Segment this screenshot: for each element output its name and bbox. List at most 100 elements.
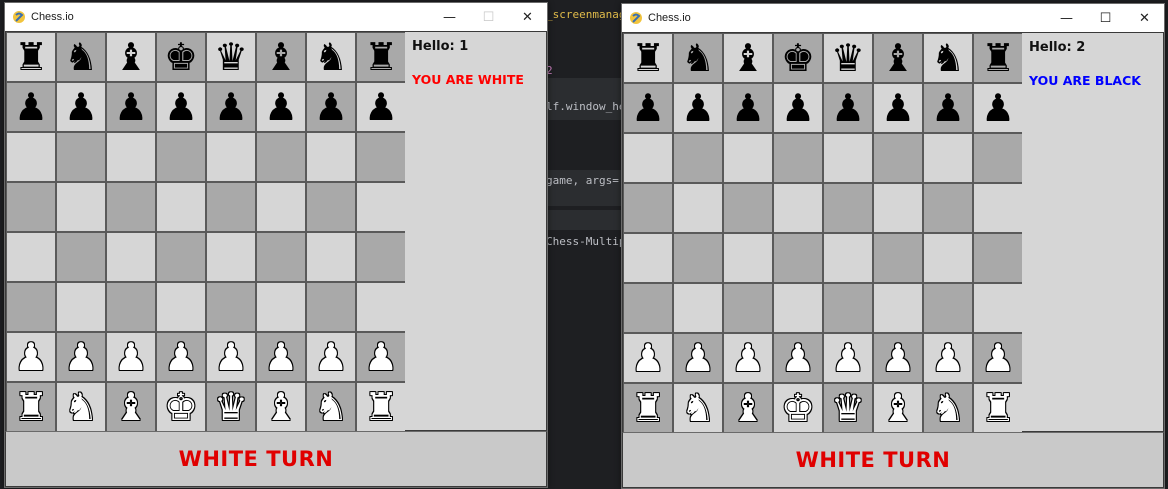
minimize-button[interactable]: — (1047, 4, 1086, 32)
white-king-icon[interactable]: ♚ (781, 389, 815, 427)
black-pawn-icon[interactable]: ♟ (681, 89, 715, 127)
board-square[interactable]: ♟ (773, 83, 823, 133)
white-bishop-icon[interactable]: ♝ (881, 389, 915, 427)
board-square[interactable] (773, 133, 823, 183)
board-square[interactable] (156, 132, 206, 182)
board-square[interactable]: ♟ (673, 333, 723, 383)
board-square[interactable]: ♟ (723, 83, 773, 133)
board-square[interactable] (673, 283, 723, 333)
black-pawn-icon[interactable]: ♟ (314, 88, 348, 126)
board-square[interactable]: ♟ (256, 82, 306, 132)
chess-board[interactable]: ♜ ♞ ♝ ♚ ♛ ♝ ♞ ♜ ♟ ♟ ♟ ♟ ♟ ♟ ♟ ♟ ♟ ♟ ♟ ♟ ♟ ♟ ♟ ♟ ♜ ♞ ♝ ♚ ♛ ♝ ♞ ♜ (622, 32, 1023, 433)
board-square[interactable] (623, 183, 673, 233)
board-square[interactable]: ♜ (6, 32, 56, 82)
close-button[interactable]: ✕ (508, 3, 547, 31)
black-knight-icon[interactable]: ♞ (931, 39, 965, 77)
board-square[interactable]: ♝ (723, 383, 773, 433)
board-square[interactable] (773, 233, 823, 283)
board-square[interactable]: ♜ (973, 33, 1023, 83)
board-square[interactable]: ♝ (256, 382, 306, 432)
black-bishop-icon[interactable]: ♝ (264, 38, 298, 76)
board-square[interactable]: ♚ (773, 383, 823, 433)
board-square[interactable]: ♟ (206, 82, 256, 132)
board-square[interactable]: ♟ (6, 332, 56, 382)
board-square[interactable]: ♞ (923, 33, 973, 83)
board-square[interactable]: ♜ (973, 383, 1023, 433)
board-square[interactable] (823, 183, 873, 233)
board-square[interactable]: ♝ (106, 32, 156, 82)
board-square[interactable] (623, 233, 673, 283)
white-pawn-icon[interactable]: ♟ (314, 338, 348, 376)
board-square[interactable]: ♛ (823, 33, 873, 83)
board-square[interactable]: ♛ (206, 32, 256, 82)
white-rook-icon[interactable]: ♜ (981, 389, 1015, 427)
white-pawn-icon[interactable]: ♟ (781, 339, 815, 377)
white-knight-icon[interactable]: ♞ (64, 388, 98, 426)
black-pawn-icon[interactable]: ♟ (981, 89, 1015, 127)
board-square[interactable] (206, 232, 256, 282)
board-square[interactable] (306, 232, 356, 282)
black-pawn-icon[interactable]: ♟ (731, 89, 765, 127)
board-square[interactable] (6, 232, 56, 282)
board-square[interactable]: ♟ (106, 332, 156, 382)
board-square[interactable] (156, 232, 206, 282)
board-square[interactable] (6, 132, 56, 182)
board-square[interactable]: ♟ (306, 332, 356, 382)
white-bishop-icon[interactable]: ♝ (264, 388, 298, 426)
board-square[interactable] (356, 132, 406, 182)
board-square[interactable]: ♟ (306, 82, 356, 132)
white-rook-icon[interactable]: ♜ (14, 388, 48, 426)
board-square[interactable] (206, 282, 256, 332)
black-bishop-icon[interactable]: ♝ (881, 39, 915, 77)
board-square[interactable]: ♟ (723, 333, 773, 383)
board-square[interactable] (623, 133, 673, 183)
chess-board[interactable]: ♜ ♞ ♝ ♚ ♛ ♝ ♞ ♜ ♟ ♟ ♟ ♟ ♟ ♟ ♟ ♟ ♟ ♟ ♟ ♟ ♟ ♟ ♟ ♟ ♜ ♞ ♝ ♚ ♛ ♝ ♞ ♜ (5, 31, 406, 432)
white-knight-icon[interactable]: ♞ (681, 389, 715, 427)
board-square[interactable]: ♟ (873, 333, 923, 383)
board-square[interactable] (723, 183, 773, 233)
board-square[interactable] (56, 182, 106, 232)
black-pawn-icon[interactable]: ♟ (114, 88, 148, 126)
board-square[interactable] (773, 183, 823, 233)
black-pawn-icon[interactable]: ♟ (364, 88, 398, 126)
board-square[interactable] (973, 183, 1023, 233)
board-square[interactable]: ♚ (156, 382, 206, 432)
black-knight-icon[interactable]: ♞ (314, 38, 348, 76)
board-square[interactable] (873, 283, 923, 333)
board-square[interactable] (873, 183, 923, 233)
board-square[interactable] (873, 233, 923, 283)
white-queen-icon[interactable]: ♛ (831, 389, 865, 427)
board-square[interactable]: ♛ (206, 382, 256, 432)
board-square[interactable]: ♞ (673, 383, 723, 433)
white-pawn-icon[interactable]: ♟ (631, 339, 665, 377)
board-square[interactable]: ♟ (106, 82, 156, 132)
board-square[interactable] (723, 283, 773, 333)
board-square[interactable] (823, 233, 873, 283)
board-square[interactable] (673, 233, 723, 283)
board-square[interactable] (306, 132, 356, 182)
maximize-button[interactable]: ☐ (469, 3, 508, 31)
board-square[interactable]: ♟ (623, 83, 673, 133)
board-square[interactable] (723, 133, 773, 183)
board-square[interactable]: ♞ (56, 32, 106, 82)
black-rook-icon[interactable]: ♜ (14, 38, 48, 76)
black-pawn-icon[interactable]: ♟ (831, 89, 865, 127)
black-pawn-icon[interactable]: ♟ (164, 88, 198, 126)
board-square[interactable]: ♟ (206, 332, 256, 382)
board-square[interactable] (923, 183, 973, 233)
white-pawn-icon[interactable]: ♟ (14, 338, 48, 376)
black-knight-icon[interactable]: ♞ (681, 39, 715, 77)
board-square[interactable]: ♞ (306, 32, 356, 82)
board-square[interactable] (873, 133, 923, 183)
board-square[interactable]: ♟ (623, 333, 673, 383)
board-square[interactable] (823, 133, 873, 183)
board-square[interactable]: ♞ (923, 383, 973, 433)
black-pawn-icon[interactable]: ♟ (881, 89, 915, 127)
white-bishop-icon[interactable]: ♝ (114, 388, 148, 426)
board-square[interactable]: ♞ (306, 382, 356, 432)
board-square[interactable]: ♟ (56, 332, 106, 382)
white-pawn-icon[interactable]: ♟ (214, 338, 248, 376)
board-square[interactable] (156, 282, 206, 332)
white-rook-icon[interactable]: ♜ (364, 388, 398, 426)
white-king-icon[interactable]: ♚ (164, 388, 198, 426)
